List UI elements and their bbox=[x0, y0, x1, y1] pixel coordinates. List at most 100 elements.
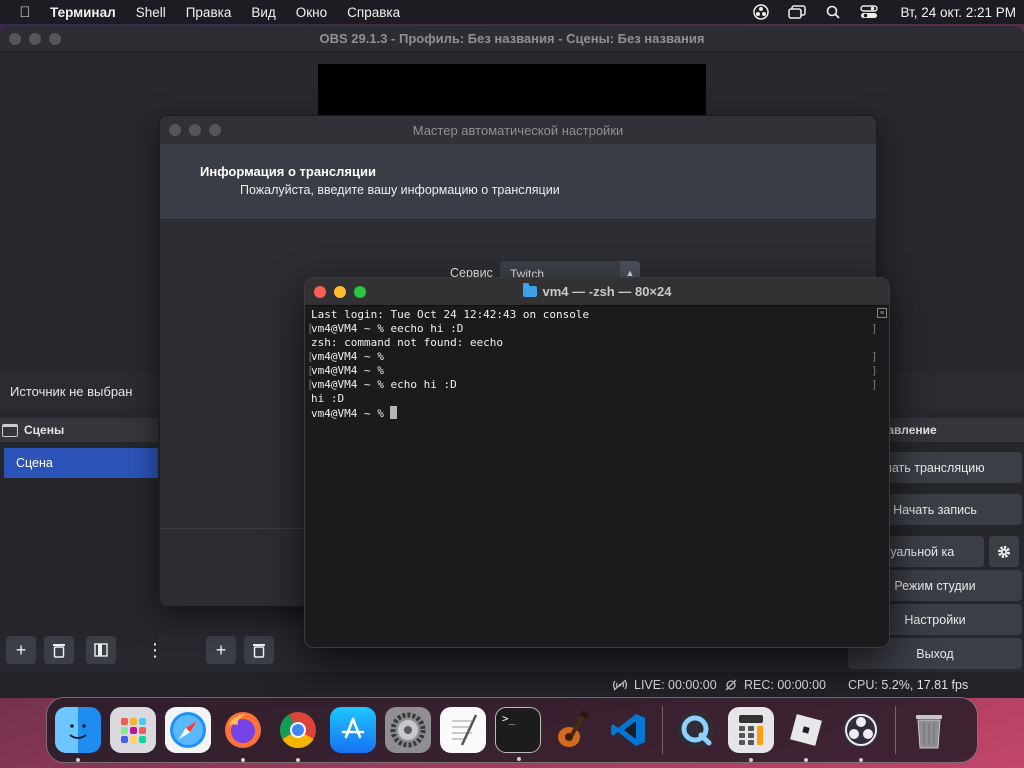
system-settings-icon[interactable] bbox=[385, 707, 431, 753]
vscode-icon[interactable] bbox=[605, 707, 651, 753]
quicktime-icon[interactable] bbox=[673, 707, 719, 753]
menu-bar:  Терминал Shell Правка Вид Окно Справка… bbox=[0, 0, 1024, 24]
terminal-line: hi :D bbox=[311, 392, 345, 405]
menu-shell[interactable]: Shell bbox=[136, 5, 166, 20]
textedit-icon[interactable] bbox=[440, 707, 486, 753]
wizard-titlebar[interactable]: Мастер автоматической настройки bbox=[160, 116, 876, 144]
terminal-title-text: vm4 — -zsh — 80×24 bbox=[542, 284, 672, 299]
zoom-icon[interactable] bbox=[209, 124, 221, 136]
trash-icon[interactable] bbox=[906, 707, 952, 753]
plus-icon: + bbox=[15, 639, 27, 660]
trash-icon bbox=[253, 644, 265, 658]
terminal-window-controls bbox=[305, 285, 366, 298]
scenes-dock: Сцены Сцена bbox=[0, 418, 158, 648]
folder-icon bbox=[522, 283, 537, 297]
add-source-button[interactable]: + bbox=[206, 636, 236, 664]
scenes-dock-header: Сцены bbox=[0, 418, 158, 442]
app-store-icon[interactable] bbox=[330, 707, 376, 753]
search-icon[interactable] bbox=[824, 4, 842, 20]
dock-float-icon[interactable] bbox=[2, 423, 18, 437]
menu-edit[interactable]: Правка bbox=[186, 5, 232, 20]
terminal-icon[interactable]: >_ bbox=[495, 707, 541, 761]
minimize-icon[interactable] bbox=[189, 124, 201, 136]
plus-icon: + bbox=[215, 639, 227, 660]
launchpad-icon[interactable] bbox=[110, 707, 156, 753]
wizard-title: Мастер автоматической настройки bbox=[412, 122, 624, 138]
roblox-icon[interactable] bbox=[783, 707, 829, 762]
studio-mode-label: Режим студии bbox=[894, 578, 976, 593]
start-streaming-label: чать трансляцию bbox=[885, 460, 985, 475]
wizard-window-controls bbox=[160, 124, 221, 136]
menu-window[interactable]: Окно bbox=[296, 5, 327, 20]
live-status: LIVE: 00:00:00 bbox=[612, 678, 717, 692]
scene-item[interactable]: Сцена bbox=[4, 448, 158, 478]
filter-icon bbox=[94, 643, 108, 657]
wizard-subheading: Пожалуйста, введите вашу информацию о тр… bbox=[240, 183, 560, 197]
remove-source-button[interactable] bbox=[244, 636, 274, 664]
scenes-dock-title: Сцены bbox=[24, 423, 65, 437]
zoom-icon[interactable] bbox=[49, 32, 61, 45]
wizard-header: Информация о трансляции Пожалуйста, введ… bbox=[160, 144, 876, 219]
obs-preview[interactable] bbox=[318, 64, 706, 116]
garageband-icon[interactable] bbox=[550, 707, 596, 753]
menu-app-name[interactable]: Терминал bbox=[50, 5, 116, 20]
finder-icon[interactable] bbox=[55, 707, 101, 762]
menu-help[interactable]: Справка bbox=[347, 5, 400, 20]
add-scene-button[interactable]: + bbox=[6, 636, 36, 664]
firefox-icon[interactable] bbox=[220, 707, 266, 762]
terminal-titlebar[interactable]: vm4 — -zsh — 80×24 bbox=[305, 278, 889, 306]
remove-scene-button[interactable] bbox=[44, 636, 74, 664]
scenes-toolbar: + ⋮ bbox=[6, 636, 164, 666]
close-icon[interactable] bbox=[314, 285, 326, 298]
safari-icon[interactable] bbox=[165, 707, 211, 753]
obs-status-icon[interactable] bbox=[752, 4, 770, 20]
terminal-line: zsh: command not found: eecho bbox=[311, 336, 504, 349]
rec-timer: REC: 00:00:00 bbox=[744, 678, 826, 692]
start-recording-label: Начать запись bbox=[893, 502, 977, 517]
close-icon[interactable] bbox=[9, 32, 21, 45]
obs-titlebar[interactable]: OBS 29.1.3 - Профиль: Без названия - Сце… bbox=[0, 26, 1024, 52]
record-off-icon bbox=[725, 679, 737, 691]
terminal-window: vm4 — -zsh — 80×24 ≡ Last login: Tue Oct… bbox=[304, 277, 890, 648]
source-status-text: Источник не выбран bbox=[10, 383, 133, 399]
cpu-status: CPU: 5.2%, 17.81 fps bbox=[848, 678, 968, 692]
terminal-line: [vm4@VM4 ~ %] bbox=[307, 364, 878, 377]
terminal-line: [vm4@VM4 ~ % echo hi :D] bbox=[307, 378, 878, 391]
wizard-heading: Информация о трансляции bbox=[200, 164, 376, 179]
calculator-icon[interactable] bbox=[728, 707, 774, 762]
scene-item-label: Сцена bbox=[16, 456, 53, 470]
obs-window-controls bbox=[0, 32, 61, 45]
minimize-icon[interactable] bbox=[29, 32, 41, 45]
sources-toolbar: + bbox=[206, 636, 274, 666]
control-center-icon[interactable] bbox=[860, 4, 879, 20]
terminal-cursor bbox=[390, 406, 398, 419]
live-timer: LIVE: 00:00:00 bbox=[634, 678, 717, 692]
rec-status: REC: 00:00:00 bbox=[724, 678, 826, 692]
chrome-icon[interactable] bbox=[275, 707, 321, 762]
obs-status-bar: LIVE: 00:00:00 REC: 00:00:00 CPU: 5.2%, … bbox=[0, 672, 1024, 698]
menu-clock[interactable]: Вт, 24 окт. 2:21 PM bbox=[900, 5, 1016, 20]
apple-menu-icon[interactable]:  bbox=[14, 4, 36, 21]
terminal-line: [vm4@VM4 ~ % eecho hi :D] bbox=[307, 322, 878, 335]
minimize-icon[interactable] bbox=[334, 285, 346, 298]
obs-window-title: OBS 29.1.3 - Профиль: Без названия - Сце… bbox=[319, 31, 705, 46]
terminal-title: vm4 — -zsh — 80×24 bbox=[305, 283, 889, 299]
close-icon[interactable] bbox=[169, 124, 181, 136]
exit-label: Выход bbox=[916, 646, 954, 661]
terminal-output[interactable]: Last login: Tue Oct 24 12:42:43 on conso… bbox=[305, 306, 889, 420]
dock-separator bbox=[662, 706, 663, 754]
macos-dock: >_ bbox=[46, 697, 978, 763]
screen-mirroring-icon[interactable] bbox=[788, 4, 807, 20]
cpu-fps-readout: CPU: 5.2%, 17.81 fps bbox=[848, 678, 969, 692]
scenes-more-button[interactable]: ⋮ bbox=[146, 636, 164, 664]
zoom-icon[interactable] bbox=[354, 285, 366, 298]
menu-view[interactable]: Вид bbox=[251, 5, 275, 20]
terminal-line: Last login: Tue Oct 24 12:42:43 on conso… bbox=[311, 308, 590, 321]
terminal-line: [vm4@VM4 ~ %] bbox=[307, 350, 878, 363]
virtual-camera-settings-button[interactable] bbox=[989, 536, 1019, 567]
obs-icon[interactable] bbox=[838, 707, 884, 762]
gear-icon bbox=[998, 545, 1010, 558]
scene-filters-button[interactable] bbox=[86, 636, 116, 664]
trash-icon bbox=[53, 644, 65, 658]
dock-separator bbox=[895, 706, 896, 754]
